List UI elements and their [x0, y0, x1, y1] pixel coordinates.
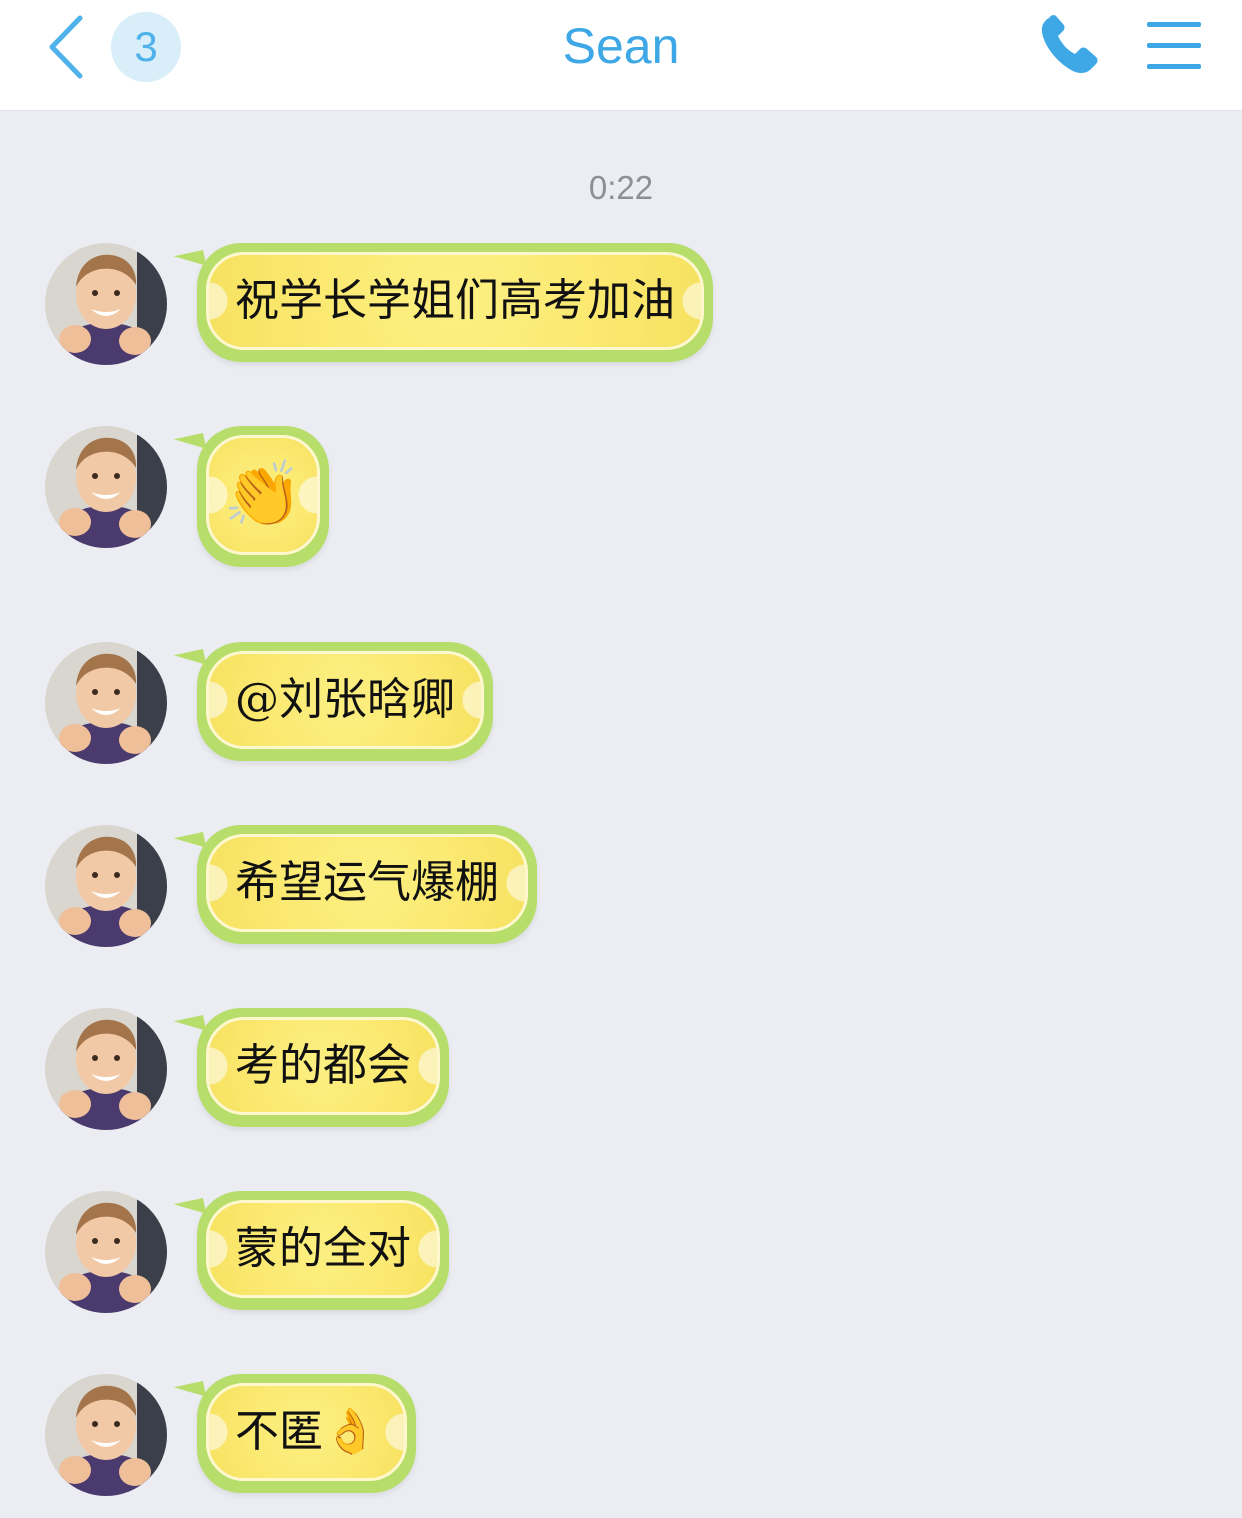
message-text: 不匿👌: [235, 1406, 378, 1457]
back-button[interactable]: [40, 12, 96, 82]
chat-title: Sean: [562, 18, 680, 74]
call-button[interactable]: [1035, 12, 1103, 80]
unread-count-badge[interactable]: 3: [111, 12, 181, 82]
avatar-image: [45, 426, 167, 548]
message-bubble[interactable]: @刘张晗卿: [197, 642, 493, 761]
message-bubble[interactable]: 祝学长学姐们高考加油: [197, 243, 713, 362]
clapping-hands-emoji: 👏: [223, 458, 303, 532]
avatar-image: [45, 642, 167, 764]
avatar[interactable]: [45, 1191, 167, 1313]
chat-header: 3 Sean: [0, 0, 1242, 111]
avatar[interactable]: [45, 825, 167, 947]
avatar[interactable]: [45, 642, 167, 764]
avatar[interactable]: [45, 1374, 167, 1496]
phone-icon: [1041, 14, 1098, 74]
avatar[interactable]: [45, 426, 167, 548]
message-text: 考的都会: [235, 1040, 411, 1091]
message-text: 希望运气爆棚: [235, 857, 499, 908]
avatar[interactable]: [45, 1008, 167, 1130]
message-timestamp: 0:22: [588, 169, 654, 206]
menu-button[interactable]: [1145, 20, 1203, 72]
message-bubble[interactable]: 蒙的全对: [197, 1191, 449, 1310]
avatar-image: [45, 825, 167, 947]
message-bubble[interactable]: 不匿👌: [197, 1374, 416, 1493]
avatar-image: [45, 1191, 167, 1313]
message-bubble[interactable]: 希望运气爆棚: [197, 825, 537, 944]
avatar[interactable]: [45, 243, 167, 365]
message-text: @刘张晗卿: [235, 674, 455, 725]
hamburger-menu-icon: [1147, 22, 1201, 69]
message-text: 蒙的全对: [235, 1223, 411, 1274]
chevron-left-icon: [49, 15, 83, 79]
avatar-image: [45, 1008, 167, 1130]
message-bubble[interactable]: 考的都会: [197, 1008, 449, 1127]
message-bubble[interactable]: 👏: [197, 426, 329, 567]
avatar-image: [45, 243, 167, 365]
message-text: 祝学长学姐们高考加油: [235, 275, 675, 326]
avatar-image: [45, 1374, 167, 1496]
